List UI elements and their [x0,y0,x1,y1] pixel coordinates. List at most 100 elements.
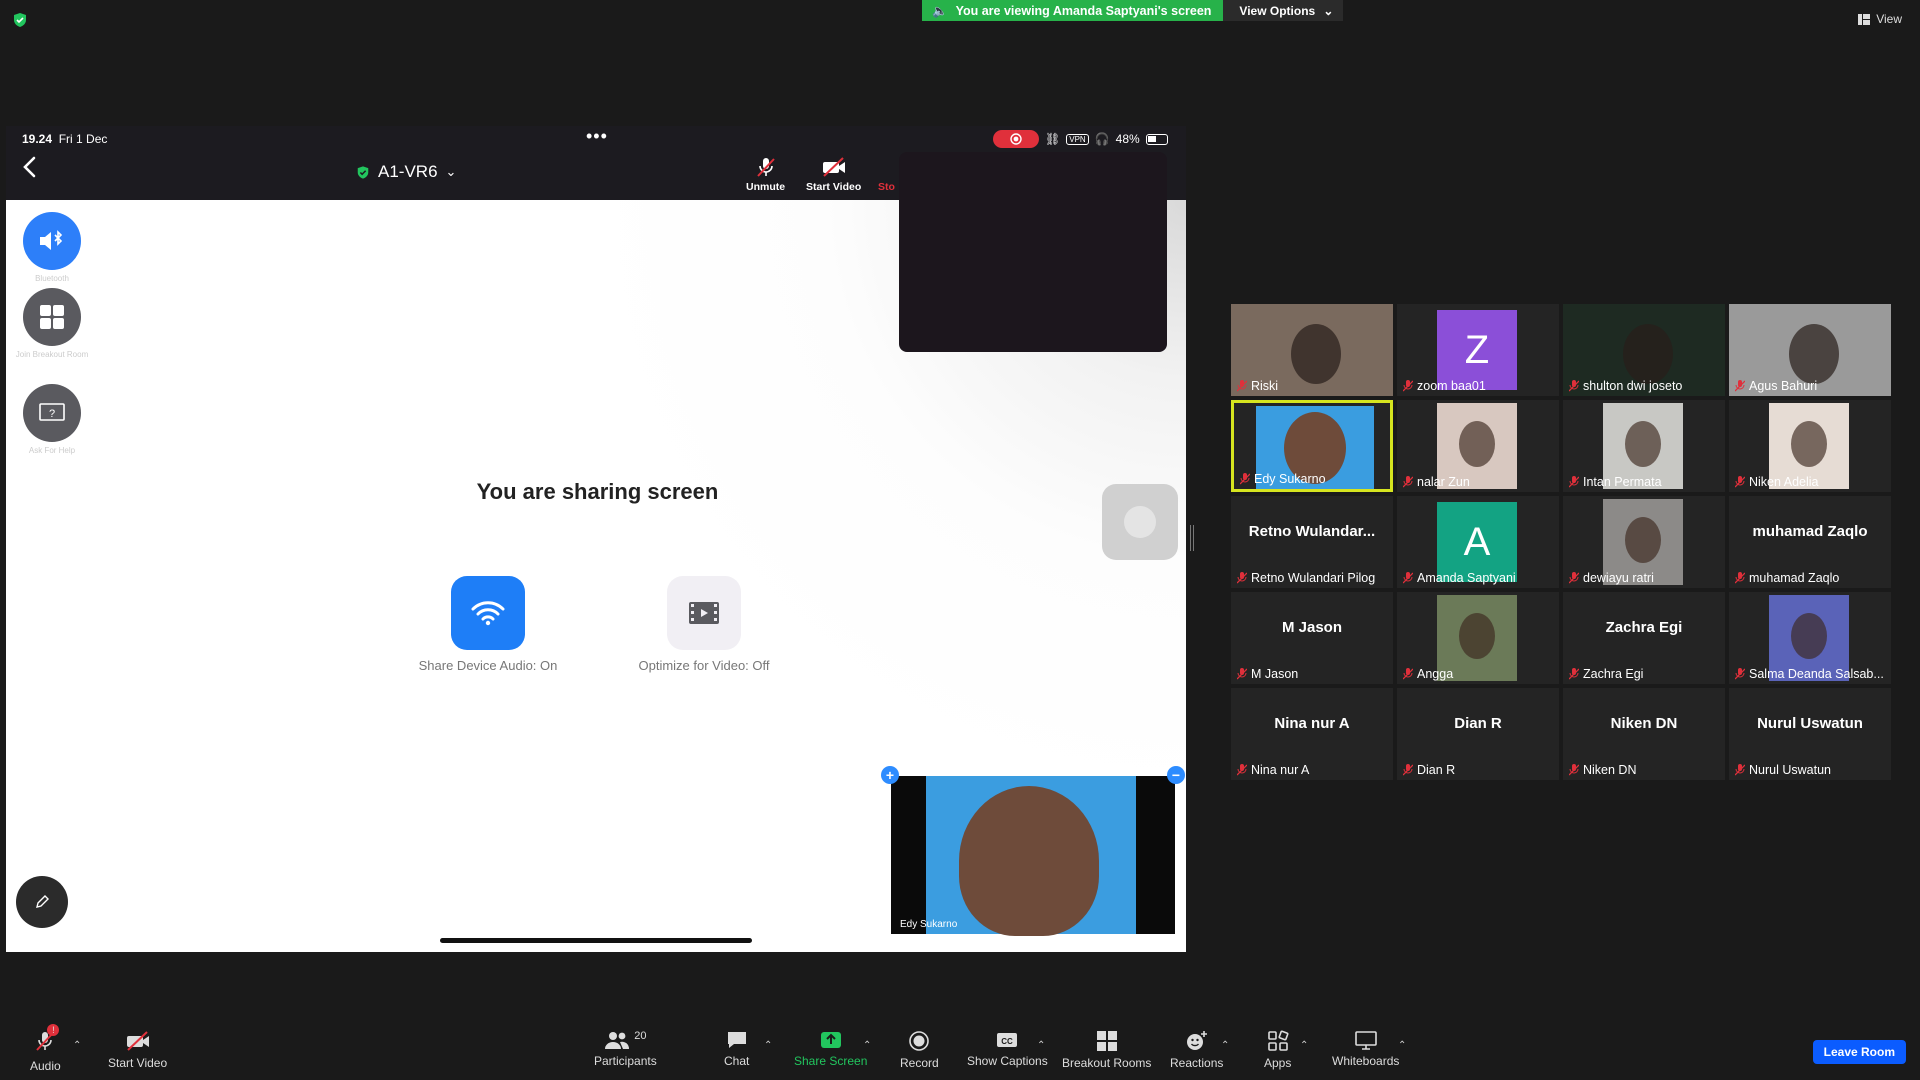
participant-tile[interactable]: Intan Permata [1563,400,1725,492]
share-screen-button[interactable]: Share Screen [794,1030,867,1068]
audio-button[interactable]: ! Audio [30,1024,61,1073]
reactions-options-caret-icon[interactable]: ⌃ [1221,1040,1229,1051]
shield-check-icon [357,165,369,179]
meeting-title[interactable]: A1-VR6 ⌄ [356,162,456,182]
muted-mic-icon [1569,380,1579,392]
muted-mic-icon [1240,473,1250,485]
view-options-button[interactable]: View Options ⌄ [1223,0,1344,21]
people-icon [605,1032,630,1049]
participant-tile[interactable]: Dian R Dian R [1397,688,1559,780]
participant-tile[interactable]: Retno Wulandar... Retno Wulandari Pilog [1231,496,1393,588]
optimize-for-video-toggle[interactable] [667,576,741,650]
chat-options-caret-icon[interactable]: ⌃ [764,1040,772,1051]
participant-tile[interactable]: A Amanda Saptyani [1397,496,1559,588]
show-captions-button[interactable]: CC Show Captions [967,1030,1048,1068]
encryption-shield-icon[interactable] [12,12,28,28]
participant-name-label: Nurul Uswatun [1735,763,1831,777]
participant-name-label: Retno Wulandari Pilog [1237,571,1375,585]
participant-name-label: Dian R [1403,763,1455,777]
panel-resize-handle[interactable] [1190,525,1194,551]
participant-tile[interactable]: Riski [1231,304,1393,396]
leave-room-button[interactable]: Leave Room [1812,1040,1906,1064]
ask-for-help-button[interactable]: ? [23,384,81,442]
participant-name-label: M Jason [1237,667,1298,681]
participant-tile[interactable]: nalar Zun [1397,400,1559,492]
recording-indicator-icon [993,130,1039,148]
muted-mic-icon [1237,380,1247,392]
participant-avatar: Z [1437,310,1517,390]
battery-icon [1145,133,1168,145]
muted-mic-icon [1403,764,1413,776]
bluetooth-audio-button[interactable] [23,212,81,270]
participant-display-name: Zachra Egi [1605,618,1683,636]
muted-mic-icon [1735,380,1745,392]
view-button[interactable]: View [1858,12,1902,26]
participant-name-label: dewiayu ratri [1569,571,1654,585]
more-dots-icon[interactable]: ••• [586,126,608,147]
back-arrow-icon[interactable] [22,156,36,178]
share-device-audio-label: Share Device Audio: On [418,658,558,673]
participant-tile[interactable]: Zzoom baa01 [1397,304,1559,396]
reactions-button[interactable]: Reactions [1170,1030,1223,1070]
ipad-unmute-button[interactable]: Unmute [746,156,785,193]
share-options-caret-icon[interactable]: ⌃ [863,1040,871,1051]
participant-tile[interactable]: Nurul Uswatun Nurul Uswatun [1729,688,1891,780]
participant-display-name: Nina nur A [1274,714,1350,732]
participant-name-label: Amanda Saptyani [1403,571,1516,585]
record-button[interactable]: Record [900,1030,939,1070]
self-view-video[interactable]: Edy Sukarno + − [881,766,1185,936]
breakout-rooms-button[interactable]: Breakout Rooms [1062,1030,1151,1070]
participant-tile[interactable]: Niken DN Niken DN [1563,688,1725,780]
record-icon [909,1031,930,1051]
participants-button[interactable]: 20 Participants [594,1030,657,1068]
muted-mic-icon [1569,668,1579,680]
apps-button[interactable]: Apps [1264,1030,1291,1070]
participant-tile[interactable]: dewiayu ratri [1563,496,1725,588]
record-label: Record [900,1056,939,1070]
ipad-stop-share-partial[interactable]: Sto [878,156,895,193]
participant-tile[interactable]: Nina nur A Nina nur A [1231,688,1393,780]
start-video-label: Start Video [806,181,862,193]
participant-tile[interactable]: Salma Deanda Salsab... [1729,592,1891,684]
participant-tile[interactable]: Edy Sukarno [1231,400,1393,492]
apps-icon [1267,1030,1289,1051]
chevron-down-icon: ⌄ [1323,4,1334,18]
minimize-video-icon[interactable]: − [1167,766,1185,784]
participant-avatar: A [1437,502,1517,582]
participant-tile[interactable]: Zachra Egi Zachra Egi [1563,592,1725,684]
audio-label: Audio [30,1059,61,1073]
chevron-down-icon: ⌄ [445,164,457,179]
annotate-button[interactable] [16,876,68,928]
participant-tile[interactable]: Niken Adelia [1729,400,1891,492]
participant-tile[interactable]: M Jason M Jason [1231,592,1393,684]
expand-video-icon[interactable]: + [881,766,899,784]
participant-tile[interactable]: shulton dwi joseto [1563,304,1725,396]
audio-options-caret-icon[interactable]: ⌃ [73,1040,81,1051]
breakout-grid-icon [1096,1031,1117,1051]
grid-view-icon [1858,13,1871,25]
share-device-audio-toggle[interactable] [451,576,525,650]
participant-tile[interactable]: muhamad Zaqlo muhamad Zaqlo [1729,496,1891,588]
chat-bubble-icon [727,1032,746,1048]
muted-mic-icon [756,158,775,177]
chat-button[interactable]: Chat [724,1030,749,1068]
meeting-controls-bar: ! Audio ⌃ Start Video 20 Participants Ch… [0,1020,1920,1080]
assistive-touch-button[interactable] [1102,484,1178,560]
join-breakout-room-button[interactable] [23,288,81,346]
participants-label: Participants [594,1054,657,1068]
participant-tile[interactable]: Angga [1397,592,1559,684]
ipad-start-video-button[interactable]: Start Video [806,156,861,193]
participant-tile[interactable]: Agus Bahuri [1729,304,1891,396]
captions-options-caret-icon[interactable]: ⌃ [1037,1040,1045,1051]
viewing-screen-notice: 🔈 You are viewing Amanda Saptyani's scre… [922,0,1224,21]
whiteboards-options-caret-icon[interactable]: ⌃ [1398,1040,1406,1051]
apps-options-caret-icon[interactable]: ⌃ [1300,1040,1308,1051]
view-options-label: View Options [1239,4,1316,18]
vpn-badge: VPN [1066,133,1089,145]
participant-name-label: shulton dwi joseto [1569,379,1682,393]
participant-name-label: Agus Bahuri [1735,379,1817,393]
shared-screen[interactable]: 19.24 Fri 1 Dec ••• ⛓ VPN 🎧 48% A1-VR6 ⌄… [6,126,1186,952]
start-video-button[interactable]: Start Video [108,1030,167,1070]
whiteboards-button[interactable]: Whiteboards [1332,1030,1399,1068]
muted-mic-icon [1735,764,1745,776]
